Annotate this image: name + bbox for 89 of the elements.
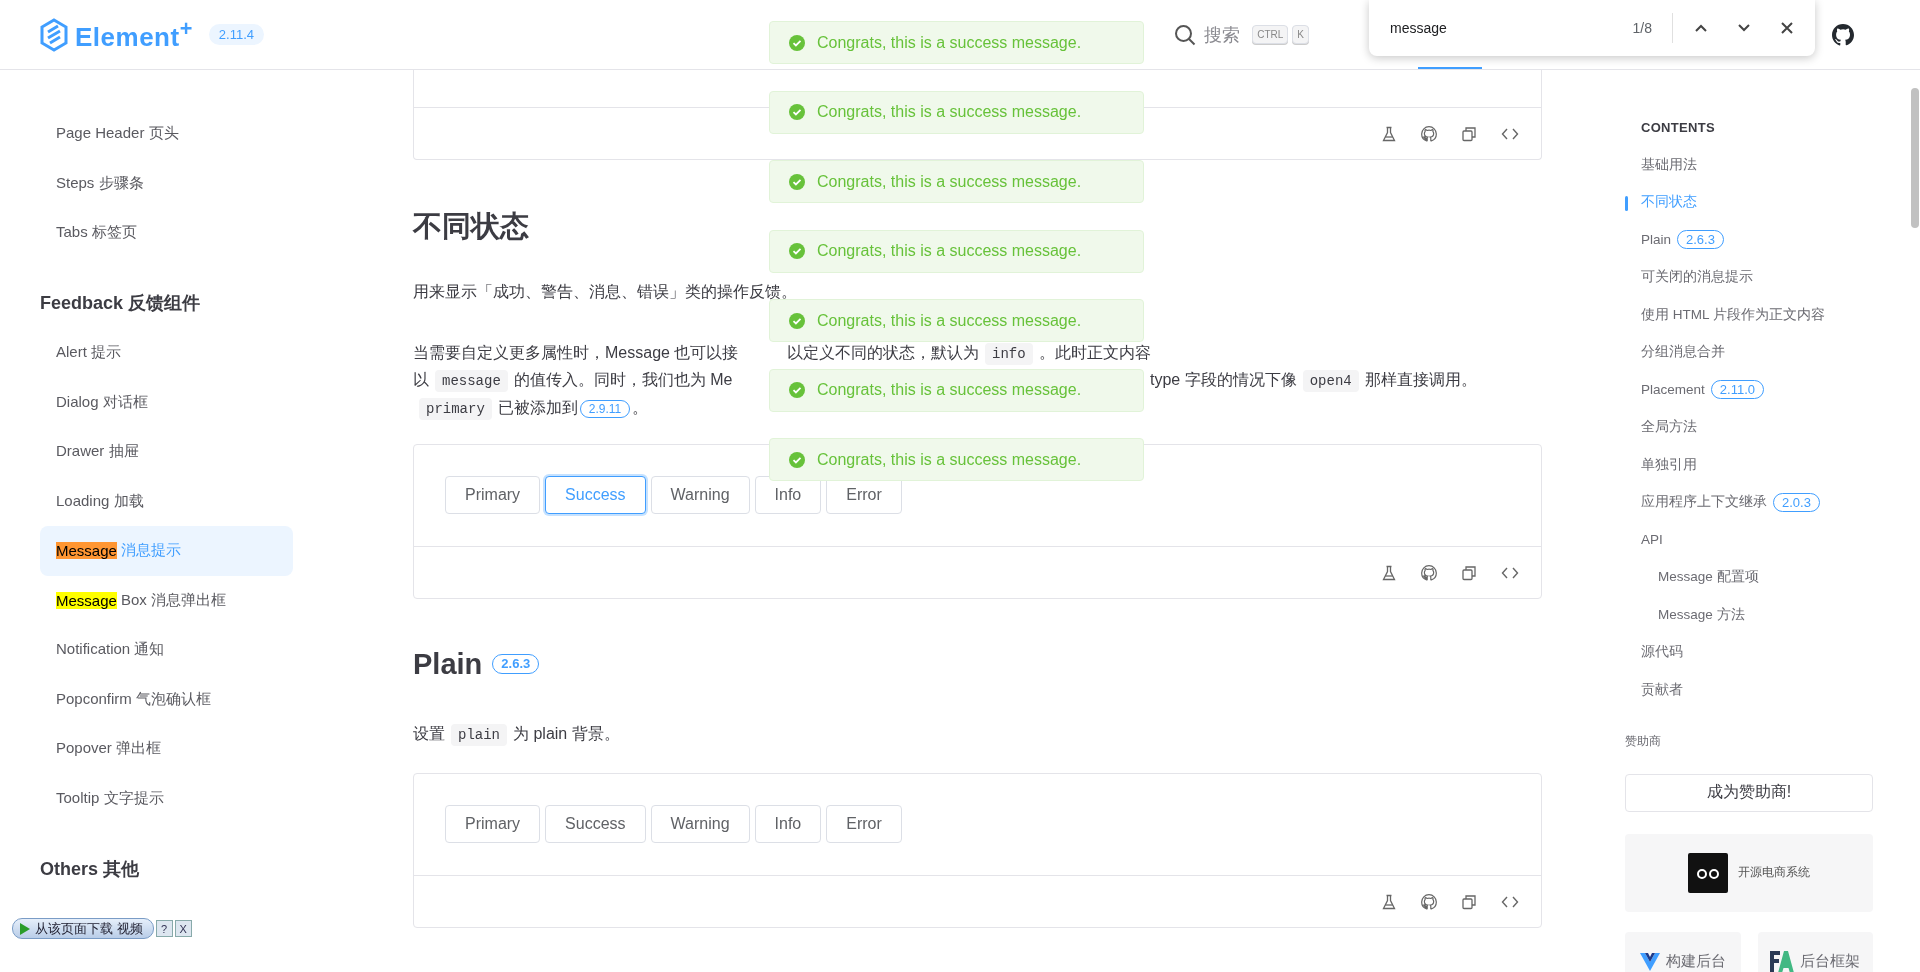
sponsor-tile[interactable]: 后台框架 <box>1757 931 1873 972</box>
download-button[interactable]: 从该页面下载 视频 <box>12 918 154 939</box>
toast-text: Congrats, this is a success message. <box>817 172 1082 191</box>
check-circle-icon <box>789 173 805 190</box>
nav-item[interactable]: Popover 弹出框 <box>40 724 293 774</box>
close-icon[interactable] <box>1779 20 1795 36</box>
match-count: 1/8 <box>1632 20 1652 36</box>
flask-icon[interactable] <box>1381 125 1397 142</box>
become-sponsor-button[interactable]: 成为赞助商! <box>1625 773 1873 812</box>
nav-item[interactable]: Tooltip 文字提示 <box>40 773 293 823</box>
cat-silhouette-icon[interactable] <box>1831 22 1855 47</box>
nav-item[interactable]: Popconfirm 气泡确认框 <box>40 674 293 724</box>
logo-icon <box>1688 852 1728 893</box>
nav-item[interactable]: Page Header 页头 <box>40 109 293 159</box>
nav-item[interactable]: Alert 提示 <box>40 328 293 378</box>
toc-link[interactable]: 源代码 <box>1625 633 1873 671</box>
copy-icon[interactable] <box>1461 564 1477 581</box>
search-icon <box>1174 23 1197 46</box>
nav-item[interactable]: Message Box 消息弹出框 <box>40 575 293 625</box>
scrollbar-thumb[interactable] <box>1911 88 1919 228</box>
nav-item[interactable]: Loading 加载 <box>40 476 293 526</box>
toc-link[interactable]: Placement 2.11.0 <box>1625 371 1873 409</box>
toc-link[interactable]: Message 配置项 <box>1625 558 1873 596</box>
hexagon-logo-icon <box>39 17 69 52</box>
demo-button[interactable]: Warning <box>650 805 750 843</box>
toc-link[interactable]: Message 方法 <box>1625 596 1873 634</box>
demo-button[interactable]: Error <box>826 805 902 843</box>
flask-icon[interactable] <box>1381 893 1397 910</box>
sponsor-label: 赞助商 <box>1625 732 1662 750</box>
flask-icon[interactable] <box>1381 564 1397 581</box>
v-logo-icon <box>1639 952 1660 971</box>
check-circle-icon <box>789 104 805 120</box>
toast-text: Congrats, this is a success message. <box>817 311 1082 330</box>
section-heading: Others 其他 <box>40 857 141 881</box>
help-button[interactable]: ? <box>155 920 173 937</box>
paragraph-text: type 字段的情况下像 open4 那样直接调用。 <box>1150 369 1477 391</box>
play-icon <box>19 921 31 936</box>
section-title: Plain <box>413 647 483 682</box>
toc-link[interactable]: 分组消息合并 <box>1625 333 1873 371</box>
check-circle-icon <box>789 312 805 329</box>
toast-text: Congrats, this is a success message. <box>817 381 1082 399</box>
close-button[interactable]: X <box>174 920 192 937</box>
check-circle-icon <box>789 451 805 468</box>
toc-link[interactable]: Plain 2.6.3 <box>1625 221 1873 259</box>
nav-item[interactable]: Steps 步骤条 <box>40 158 293 208</box>
sponsor-tile[interactable]: 构建后台 <box>1625 931 1741 972</box>
copy-icon[interactable] <box>1461 893 1477 910</box>
key-cap: K <box>1292 25 1309 44</box>
demo-button[interactable]: Warning <box>650 476 750 514</box>
paragraph-text: 以定义不同的状态，默认为 info 。此时正文内容 <box>787 342 1151 364</box>
key-cap: CTRL <box>1252 25 1289 44</box>
toc-link[interactable]: 基础用法 <box>1625 146 1873 184</box>
check-circle-icon <box>789 34 805 51</box>
demo-button[interactable]: Success <box>545 805 646 843</box>
toast-text: Congrats, this is a success message. <box>817 103 1082 121</box>
toc-link[interactable]: 使用 HTML 片段作为正文内容 <box>1625 296 1873 334</box>
nav-item[interactable]: Dialog 对话框 <box>40 377 293 427</box>
toast-text: Congrats, this is a success message. <box>817 450 1082 469</box>
nav-item[interactable]: Notification 通知 <box>40 625 293 675</box>
nav-active-indicator <box>1418 67 1482 69</box>
check-circle-icon <box>789 243 805 259</box>
toast-text: Congrats, this is a success message. <box>817 33 1082 52</box>
find-field[interactable]: message <box>1390 20 1590 36</box>
check-circle-icon <box>789 382 805 398</box>
toc-link[interactable]: 贡献者 <box>1625 671 1873 709</box>
nav-item[interactable]: Drawer 抽屉 <box>40 427 293 477</box>
sponsor-card[interactable]: 开源电商系统 <box>1625 833 1873 912</box>
nav-item[interactable]: Tabs 标签页 <box>40 208 293 258</box>
nav-item[interactable]: Message 消息提示 <box>40 526 293 576</box>
fa-logo-icon <box>1770 950 1795 972</box>
section-title: 不同状态 <box>413 209 529 244</box>
contents-heading: CONTENTS <box>1640 119 1716 137</box>
section-heading: Feedback 反馈组件 <box>40 292 202 316</box>
paragraph-text: 当需要自定义更多属性时，Message 也可以接 <box>413 343 739 361</box>
paragraph-text: 设置 plain 为 plain 背景。 <box>413 722 1542 747</box>
toc-link[interactable]: 可关闭的消息提示 <box>1625 258 1873 296</box>
toc-link[interactable]: 全局方法 <box>1625 408 1873 446</box>
demo-button[interactable]: Primary <box>445 476 541 514</box>
demo-button[interactable]: Primary <box>445 805 541 843</box>
version-badge: 2.11.4 <box>208 24 264 45</box>
copy-icon[interactable] <box>1461 125 1477 142</box>
logo-text: Element$^{+}$ <box>75 16 193 53</box>
toc-link[interactable]: 应用程序上下文继承 2.0.3 <box>1625 483 1873 521</box>
search-button[interactable]: 搜索 CTRL K <box>1174 22 1309 47</box>
demo-button[interactable]: Info <box>754 805 822 843</box>
toast-text: Congrats, this is a success message. <box>817 242 1082 260</box>
toc-link[interactable]: 单独引用 <box>1625 446 1873 484</box>
paragraph-text: 用来显示「成功、警告、消息、错误」类的操作反馈。 <box>413 282 798 302</box>
toc-link[interactable]: API <box>1625 521 1873 559</box>
